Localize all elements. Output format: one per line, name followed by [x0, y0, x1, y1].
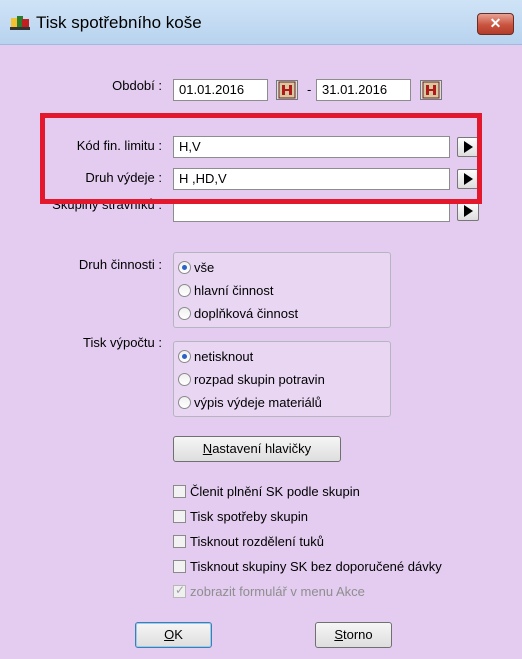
- calendar-to-icon[interactable]: [420, 80, 442, 100]
- dialog-body: Období : 01.01.2016 - 31.01.2016 Kód fin…: [0, 45, 522, 659]
- checkbox-show-in-actions-menu: zobrazit formulář v menu Akce: [173, 582, 365, 600]
- activity-group: vše hlavní činnost doplňková činnost: [173, 252, 391, 328]
- report-icon: [10, 15, 30, 31]
- checkbox-split-groups[interactable]: Členit plnění SK podle skupin: [173, 482, 360, 500]
- radio-selected-icon[interactable]: [178, 349, 191, 363]
- calc-print-option-materials[interactable]: výpis výdeje materiálů: [178, 393, 322, 411]
- calc-print-group: netisknout rozpad skupin potravin výpis …: [173, 341, 391, 417]
- activity-option-secondary[interactable]: doplňková činnost: [178, 304, 298, 322]
- checkbox-print-group-consumption[interactable]: Tisk spotřeby skupin: [173, 507, 308, 525]
- calc-print-option-food-groups[interactable]: rozpad skupin potravin: [178, 370, 325, 388]
- calc-print-option-none[interactable]: netisknout: [178, 347, 253, 365]
- header-settings-button[interactable]: Nastavení hlavičky: [173, 436, 341, 462]
- period-label: Období :: [112, 78, 162, 93]
- title-bar: Tisk spotřebního koše ✕: [0, 0, 522, 45]
- radio-selected-icon[interactable]: [178, 260, 191, 274]
- checkbox-icon[interactable]: [173, 534, 186, 548]
- checkbox-print-fat-split[interactable]: Tisknout rozdělení tuků: [173, 532, 324, 550]
- checkbox-print-groups-without-dose[interactable]: Tisknout skupiny SK bez doporučené dávky: [173, 557, 442, 575]
- play-icon: [464, 205, 473, 217]
- activity-option-main[interactable]: hlavní činnost: [178, 281, 274, 299]
- calendar-from-icon[interactable]: [276, 80, 298, 100]
- checkbox-icon[interactable]: [173, 559, 186, 573]
- activity-label: Druh činnosti :: [78, 257, 162, 272]
- radio-icon[interactable]: [178, 372, 191, 386]
- activity-option-all[interactable]: vše: [178, 258, 214, 276]
- highlight-box: [40, 113, 482, 204]
- ok-button[interactable]: OK: [135, 622, 212, 648]
- period-separator: -: [307, 82, 312, 97]
- radio-icon[interactable]: [178, 395, 191, 409]
- calc-print-label: Tisk výpočtu :: [83, 335, 162, 350]
- radio-icon[interactable]: [178, 283, 191, 297]
- checkbox-icon[interactable]: [173, 484, 186, 498]
- checkbox-icon[interactable]: [173, 509, 186, 523]
- cancel-button[interactable]: Storno: [315, 622, 392, 648]
- radio-icon[interactable]: [178, 306, 191, 320]
- close-icon: ✕: [489, 15, 502, 31]
- period-from-field[interactable]: 01.01.2016: [173, 79, 268, 101]
- window-title: Tisk spotřebního koše: [36, 13, 202, 32]
- diner-groups-pick-button[interactable]: [457, 201, 479, 221]
- checkbox-checked-disabled-icon: [173, 583, 186, 598]
- period-to-field[interactable]: 31.01.2016: [316, 79, 411, 101]
- close-button[interactable]: ✕: [477, 13, 514, 35]
